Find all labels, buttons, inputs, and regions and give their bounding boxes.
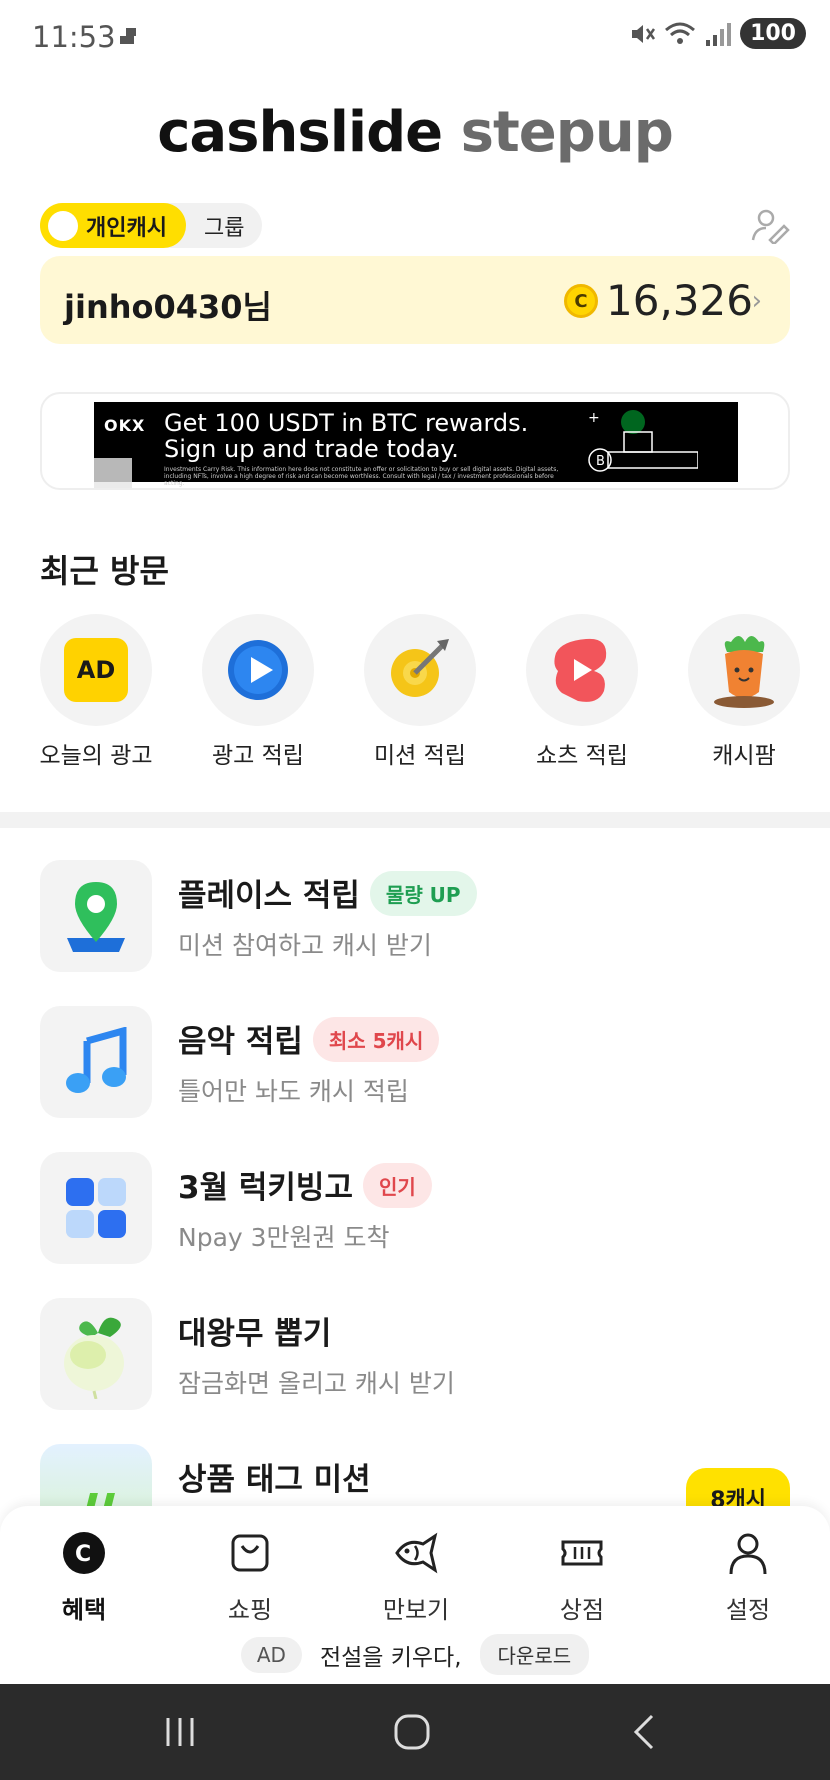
recent-item-label: 광고 적립	[212, 743, 304, 769]
status-badge: 물량 UP	[369, 871, 477, 916]
svg-text:B: B	[596, 454, 605, 469]
nav-label: 만보기	[382, 1596, 450, 1624]
toggle-personal-cash[interactable]: 개인캐시	[40, 203, 186, 248]
feature-subtitle: 미션 참여하고 캐시 받기	[178, 931, 432, 960]
recent-item-label: 미션 적립	[374, 743, 466, 769]
ad-creative[interactable]: OKX Get 100 USDT in BTC rewards. Sign up…	[94, 402, 738, 487]
recent-item-label: 오늘의 광고	[39, 743, 153, 769]
download-button[interactable]: 다운로드	[479, 1634, 590, 1675]
feature-title: 플레이스 적립 물량 UP	[178, 870, 477, 916]
feature-subtitle: 틀어만 놔도 캐시 적립	[178, 1077, 409, 1106]
ad-label-badge: AD	[240, 1636, 302, 1673]
notification-icon	[120, 28, 136, 44]
points-balance: 16,326	[606, 276, 753, 325]
nav-label: 혜택	[61, 1596, 107, 1624]
brand-part-2: stepup	[460, 100, 674, 165]
user-points-card[interactable]: jinho0430님 C 16,326 ›	[40, 256, 790, 344]
shorts-icon	[554, 638, 607, 702]
status-time: 11:53	[32, 20, 116, 54]
svg-text:+: +	[588, 410, 600, 426]
nav-store[interactable]: 상점	[522, 1530, 642, 1625]
feature-title: 음악 적립 최소 5캐시	[178, 1016, 440, 1062]
recent-visits-title: 최근 방문	[40, 552, 169, 590]
nav-benefit[interactable]: C 혜택	[24, 1530, 144, 1625]
svg-text:C: C	[75, 1542, 91, 1567]
play-icon	[228, 640, 288, 700]
bitcoin-gift-graphic: B +	[588, 410, 698, 472]
recent-item-cash-farm[interactable]: 캐시팜	[674, 614, 814, 770]
status-badge: 인기	[362, 1163, 432, 1208]
recent-item-ad-earn[interactable]: 광고 적립	[188, 614, 328, 770]
target-icon	[391, 639, 449, 697]
list-item-radish-pick[interactable]: 대왕무 뽑기 잠금화면 올리고 캐시 받기	[40, 1298, 790, 1410]
back-icon[interactable]	[622, 1708, 670, 1756]
nav-label: 상점	[559, 1596, 605, 1624]
feature-title: 대왕무 뽑기	[178, 1316, 332, 1352]
user-name: jinho0430님	[64, 288, 272, 326]
recent-apps-icon[interactable]	[156, 1708, 204, 1756]
list-item-place-earn[interactable]: 플레이스 적립 물량 UP 미션 참여하고 캐시 받기	[40, 860, 790, 972]
recent-item-label: 쇼츠 적립	[536, 743, 628, 769]
feature-title: 상품 태그 미션	[178, 1462, 371, 1498]
nav-settings[interactable]: 설정	[688, 1530, 808, 1625]
signal-icon	[706, 22, 732, 46]
recent-item-mission-earn[interactable]: 미션 적립	[350, 614, 490, 770]
ticket-icon	[561, 1540, 603, 1566]
nav-label: 설정	[725, 1596, 771, 1624]
status-icons: 100	[628, 18, 806, 49]
mute-icon	[632, 24, 656, 43]
ad-icon: AD	[64, 638, 128, 702]
ad-brand-logo: OKX	[104, 416, 146, 435]
coin-icon: C	[564, 284, 598, 318]
person-icon	[729, 1533, 767, 1575]
carrot-icon	[714, 636, 774, 708]
toggle-personal-label: 개인캐시	[86, 215, 167, 241]
feature-subtitle: 잠금화면 올리고 캐시 받기	[178, 1369, 455, 1398]
list-item-music-earn[interactable]: 음악 적립 최소 5캐시 틀어만 놔도 캐시 적립	[40, 1006, 790, 1118]
brand-part-1: cashslide	[157, 100, 443, 165]
wifi-icon	[665, 22, 696, 44]
home-icon[interactable]	[388, 1708, 436, 1756]
ad-choices-icon[interactable]	[94, 458, 132, 488]
recent-visits-list: AD 오늘의 광고 광고 적립 미션 적립 쇼츠 적립 캐시팜	[0, 614, 830, 774]
nav-pedometer[interactable]: 만보기	[356, 1530, 476, 1625]
bottom-ad-strip[interactable]: AD 전설을 키우다, 다운로드	[0, 1634, 830, 1675]
ad-banner[interactable]: OKX Get 100 USDT in BTC rewards. Sign up…	[40, 392, 790, 490]
list-item-lucky-bingo[interactable]: 3월 럭키빙고 인기 Npay 3만원권 도착	[40, 1152, 790, 1264]
benefit-coin-icon: C	[63, 1532, 105, 1574]
system-navigation-bar	[0, 1684, 830, 1780]
bingo-grid-icon	[66, 1178, 126, 1238]
status-bar: 11:53 100	[0, 0, 830, 72]
fish-icon	[395, 1532, 438, 1574]
status-badge: 최소 5캐시	[312, 1017, 440, 1062]
map-pin-icon	[67, 882, 125, 952]
recent-item-shorts-earn[interactable]: 쇼츠 적립	[512, 614, 652, 770]
cash-type-toggle[interactable]: 개인캐시 그룹	[40, 203, 262, 248]
toggle-group[interactable]: 그룹	[186, 210, 244, 242]
nav-shopping[interactable]: 쇼핑	[190, 1530, 310, 1625]
ad-strip-text: 전설을 키우다,	[319, 1644, 462, 1671]
profile-edit-icon[interactable]	[750, 208, 790, 244]
battery-indicator: 100	[740, 18, 806, 49]
section-divider	[0, 812, 830, 828]
feature-subtitle: Npay 3만원권 도착	[178, 1223, 390, 1252]
music-note-icon	[66, 1027, 127, 1093]
chevron-right-icon: ›	[751, 286, 762, 316]
toggle-knob	[48, 210, 78, 241]
ad-disclaimer: Investments Carry Risk. This information…	[164, 466, 559, 487]
recent-item-today-ad[interactable]: AD 오늘의 광고	[26, 614, 166, 770]
recent-item-label: 캐시팜	[712, 743, 776, 769]
app-logo: cashslide stepup	[0, 100, 830, 165]
nav-label: 쇼핑	[227, 1596, 273, 1624]
feature-title: 3월 럭키빙고 인기	[178, 1162, 432, 1208]
radish-icon	[64, 1317, 124, 1399]
bottom-navigation: C 혜택 쇼핑 만보기 상점 설정 AD 전설을 키우다, 다운로드	[0, 1506, 830, 1684]
shopping-bag-icon	[231, 1534, 269, 1572]
ad-headline: Get 100 USDT in BTC rewards. Sign up and…	[164, 409, 529, 463]
